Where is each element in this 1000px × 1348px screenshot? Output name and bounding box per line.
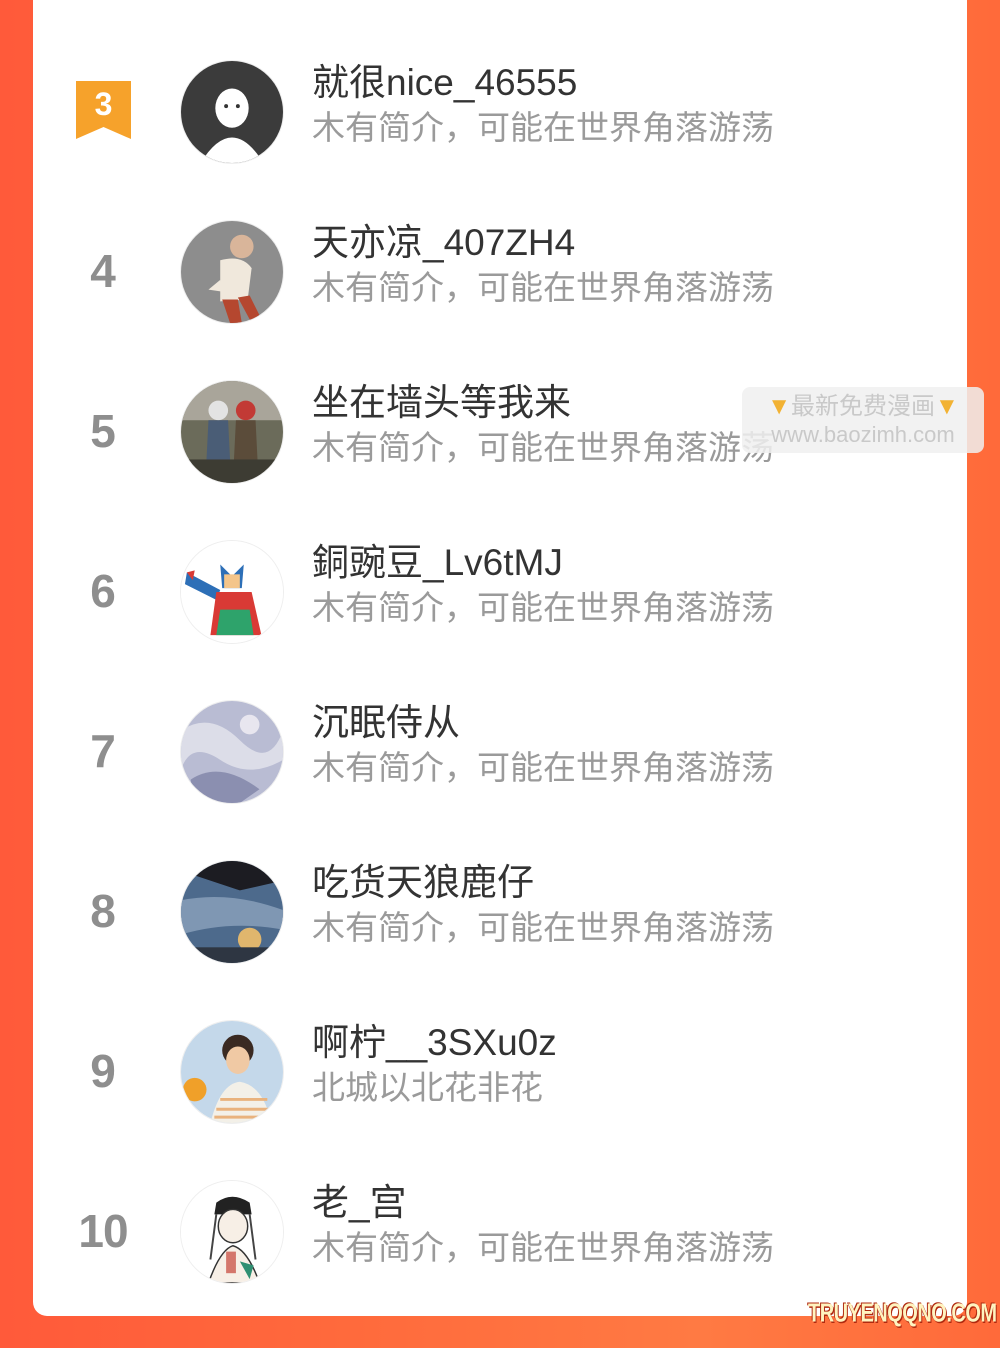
user-name[interactable]: 坐在墙头等我来 <box>312 380 571 426</box>
watermark-line1: 最新免费漫画 <box>791 393 935 420</box>
rank-number: 5 <box>90 405 116 457</box>
rank-badge-icon: 3 <box>76 81 131 139</box>
avatar[interactable] <box>180 540 284 644</box>
user-bio: 木有简介，可能在世界角落游荡 <box>312 109 774 146</box>
user-name[interactable]: 啊柠__3SXu0z <box>312 1020 557 1066</box>
rank-number: 6 <box>90 565 116 617</box>
user-bio: 木有简介，可能在世界角落游荡 <box>312 749 774 786</box>
avatar[interactable] <box>180 380 284 484</box>
rank-number: 8 <box>90 885 116 937</box>
corner-logo-text: TRUYENQQNO.COM <box>808 1299 997 1328</box>
user-name[interactable]: 就很nice_46555 <box>312 60 577 106</box>
list-item[interactable]: 9 啊柠__3SXu0z 北城以北花非花 <box>33 996 967 1146</box>
watermark: ▼最新免费漫画▼ www.baozimh.com <box>742 387 984 453</box>
rank-number: 7 <box>90 725 116 777</box>
hand-pointing-down-icon: ▼ <box>767 393 791 420</box>
corner-logo: TRUYENQQNO.COM <box>804 1294 997 1334</box>
list-item[interactable]: 10 老_宫 木有简介，可能在世界角落游荡 <box>33 1156 967 1306</box>
rank-number: 9 <box>90 1045 116 1097</box>
rank-number: 3 <box>95 86 113 122</box>
avatar[interactable] <box>180 220 284 324</box>
list-item[interactable]: 7 沉眠侍从 木有简介，可能在世界角落游荡 <box>33 676 967 826</box>
list-item[interactable]: 4 天亦凉_407ZH4 木有简介，可能在世界角落游荡 <box>33 196 967 346</box>
user-bio: 木有简介，可能在世界角落游荡 <box>312 429 774 466</box>
ranking-card: 3 就很nice_46555 木有简介，可能在世界角落游荡 4 天亦凉_407Z… <box>33 0 967 1316</box>
hand-pointing-down-icon: ▼ <box>935 393 959 420</box>
user-bio: 北城以北花非花 <box>312 1069 543 1106</box>
avatar[interactable] <box>180 1020 284 1124</box>
avatar[interactable] <box>180 860 284 964</box>
user-name[interactable]: 吃货天狼鹿仔 <box>312 860 534 906</box>
avatar[interactable] <box>180 1180 284 1284</box>
user-bio: 木有简介，可能在世界角落游荡 <box>312 1229 774 1266</box>
user-bio: 木有简介，可能在世界角落游荡 <box>312 909 774 946</box>
list-item[interactable]: 6 銅豌豆_Lv6tMJ 木有简介，可能在世界角落游荡 <box>33 516 967 666</box>
rank-number: 4 <box>90 245 116 297</box>
user-name[interactable]: 天亦凉_407ZH4 <box>312 220 575 266</box>
watermark-line2: www.baozimh.com <box>771 422 955 447</box>
user-bio: 木有简介，可能在世界角落游荡 <box>312 589 774 626</box>
list-item[interactable]: 8 吃货天狼鹿仔 木有简介，可能在世界角落游荡 <box>33 836 967 986</box>
list-item[interactable]: 3 就很nice_46555 木有简介，可能在世界角落游荡 <box>33 36 967 186</box>
user-name[interactable]: 銅豌豆_Lv6tMJ <box>312 540 563 586</box>
user-bio: 木有简介，可能在世界角落游荡 <box>312 269 774 306</box>
rank-number: 10 <box>78 1205 128 1257</box>
user-name[interactable]: 沉眠侍从 <box>312 700 460 746</box>
avatar[interactable] <box>180 700 284 804</box>
avatar[interactable] <box>180 60 284 164</box>
user-name[interactable]: 老_宫 <box>312 1180 407 1226</box>
